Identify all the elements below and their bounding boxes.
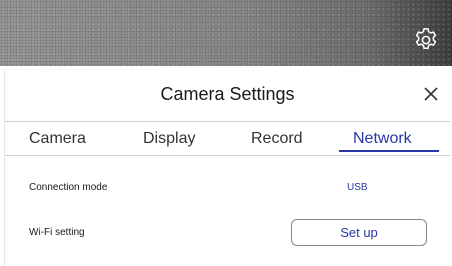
dialog-title: Camera Settings: [160, 84, 295, 104]
camera-app-screen: Camera Settings Camera Display Record Ne…: [0, 0, 452, 266]
dialog-header: Camera Settings: [5, 68, 450, 122]
tab-network[interactable]: Network: [353, 130, 412, 148]
wifi-setup-button[interactable]: Set up: [291, 219, 427, 246]
connection-mode-value[interactable]: USB: [347, 182, 368, 193]
camera-settings-dialog: Camera Settings Camera Display Record Ne…: [4, 68, 450, 266]
wifi-setting-label: Wi-Fi setting: [29, 227, 85, 238]
camera-preview-background: [0, 0, 452, 66]
gear-icon: [415, 28, 437, 50]
close-icon: [424, 87, 438, 101]
tab-record[interactable]: Record: [251, 130, 303, 148]
close-button[interactable]: [418, 81, 444, 107]
settings-tabs: Camera Display Record Network: [5, 122, 450, 156]
tab-camera[interactable]: Camera: [29, 130, 86, 148]
connection-mode-label: Connection mode: [29, 182, 108, 193]
active-tab-indicator: [339, 150, 439, 152]
tab-display[interactable]: Display: [143, 130, 195, 148]
settings-button[interactable]: [406, 20, 446, 60]
